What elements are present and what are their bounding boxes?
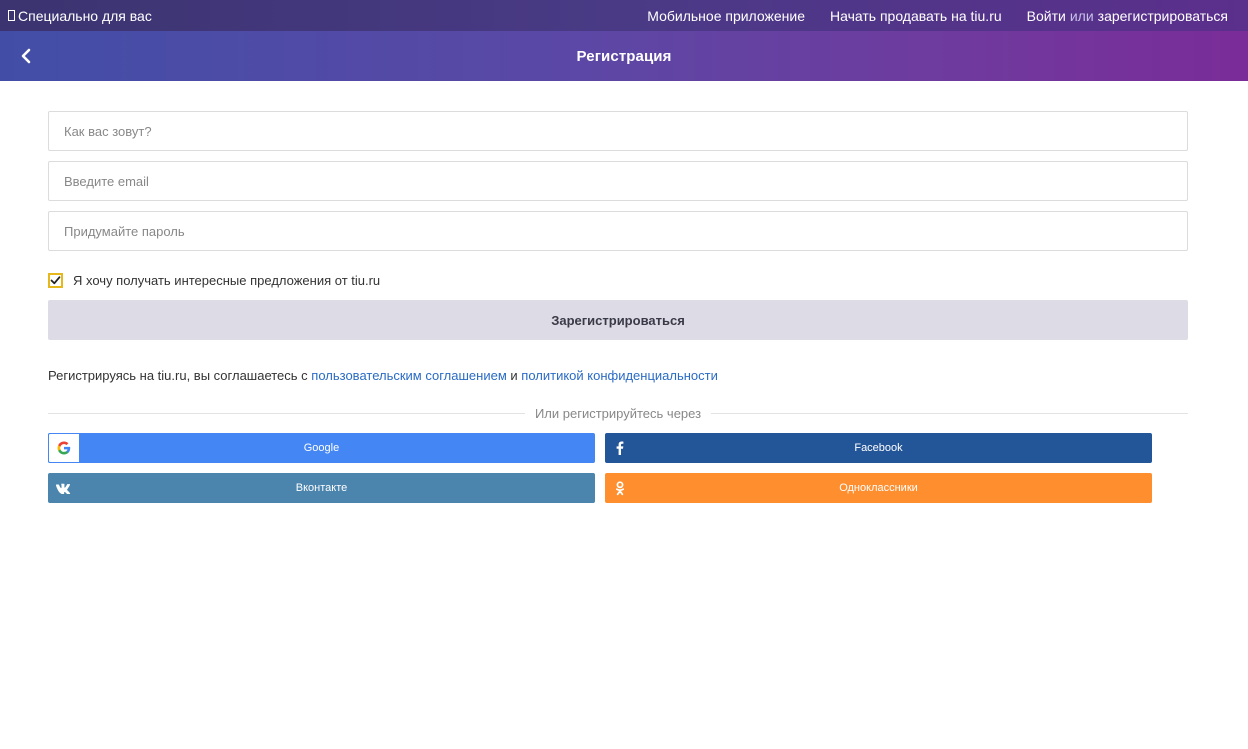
- email-input[interactable]: [48, 161, 1188, 201]
- agreement-and: и: [506, 368, 522, 383]
- google-button[interactable]: Google: [48, 433, 595, 463]
- social-buttons: Google Facebook Вконтакте Одноклассники: [48, 433, 1152, 503]
- vk-icon: [55, 480, 71, 496]
- register-button[interactable]: Зарегистрироваться: [48, 300, 1188, 340]
- agreement-prefix: Регистрируясь на tiu.ru, вы соглашаетесь…: [48, 368, 312, 383]
- divider-line-right: [711, 412, 1188, 414]
- social-divider: Или регистрируйтесь через: [48, 405, 1188, 421]
- facebook-button[interactable]: Facebook: [605, 433, 1152, 463]
- odnoklassniki-button[interactable]: Одноклассники: [605, 473, 1152, 503]
- subscribe-label: Я хочу получать интересные предложения о…: [73, 272, 381, 288]
- page-header: Регистрация: [0, 31, 1248, 81]
- vk-button[interactable]: Вконтакте: [48, 473, 595, 503]
- auth-links: Войти или зарегистрироваться: [1027, 8, 1228, 24]
- facebook-label: Facebook: [854, 442, 903, 454]
- odnoklassniki-icon: [612, 480, 628, 496]
- privacy-policy-link[interactable]: политикой конфиденциальности: [521, 368, 718, 383]
- mobile-app-link[interactable]: Мобильное приложение: [647, 8, 805, 24]
- gift-icon: [8, 10, 15, 21]
- start-selling-link[interactable]: Начать продавать на tiu.ru: [830, 8, 1002, 24]
- agreement-text: Регистрируясь на tiu.ru, вы соглашаетесь…: [48, 368, 1188, 383]
- page-title: Регистрация: [576, 47, 672, 65]
- back-button[interactable]: [16, 46, 36, 66]
- chevron-left-icon: [21, 48, 31, 64]
- checkmark-icon: [50, 275, 61, 284]
- register-link[interactable]: зарегистрироваться: [1098, 8, 1228, 24]
- top-nav: Мобильное приложение Начать продавать на…: [622, 8, 1228, 24]
- google-icon: [57, 441, 71, 455]
- promo-link[interactable]: Специально для вас: [8, 8, 152, 24]
- facebook-icon: [612, 440, 628, 456]
- registration-form: Я хочу получать интересные предложения о…: [48, 111, 1188, 503]
- subscribe-checkbox[interactable]: [48, 272, 63, 288]
- divider-line-left: [48, 412, 525, 414]
- password-input[interactable]: [48, 211, 1188, 251]
- name-input[interactable]: [48, 111, 1188, 151]
- divider-label: Или регистрируйтесь через: [534, 405, 702, 421]
- user-agreement-link[interactable]: пользовательским соглашением: [311, 368, 506, 383]
- promo-label: Специально для вас: [18, 7, 152, 24]
- odnoklassniki-label: Одноклассники: [839, 482, 918, 494]
- top-bar: Специально для вас Мобильное приложение …: [0, 0, 1248, 31]
- or-text: или: [1069, 7, 1094, 24]
- vk-label: Вконтакте: [295, 482, 348, 494]
- google-icon-box: [48, 433, 80, 463]
- login-link[interactable]: Войти: [1027, 8, 1066, 24]
- google-label: Google: [303, 442, 340, 454]
- subscribe-row: Я хочу получать интересные предложения о…: [48, 272, 1188, 288]
